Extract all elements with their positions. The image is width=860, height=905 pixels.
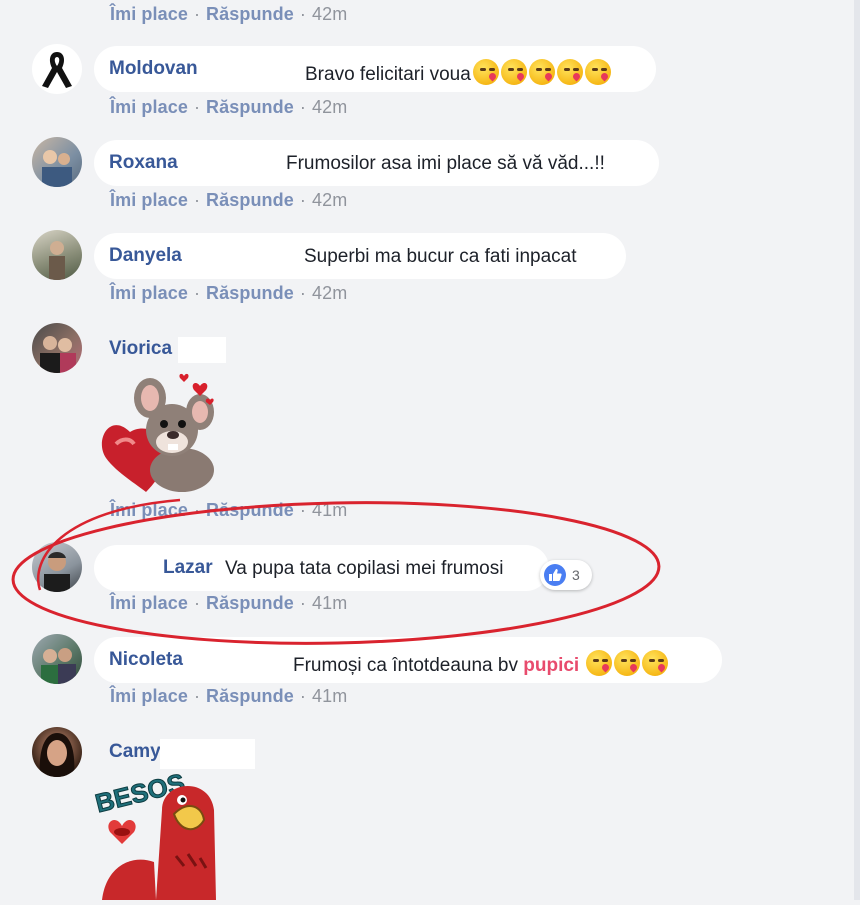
comment-bubble: Roxana Frumosilor asa imi place să vă vă… [94, 140, 659, 186]
like-link[interactable]: Îmi place [110, 190, 188, 210]
avatar[interactable] [32, 323, 82, 373]
besos-bird-sticker[interactable]: BESOS [92, 767, 232, 905]
like-link[interactable]: Îmi place [110, 97, 188, 117]
like-link[interactable]: Îmi place [110, 4, 188, 24]
comment-bubble: Lazar Va pupa tata copilasi mei frumosi [94, 545, 549, 591]
avatar[interactable] [32, 727, 82, 777]
scrollbar-track[interactable] [854, 0, 860, 900]
kiss-emoji-icon [472, 59, 499, 85]
comment-actions: Îmi place · Răspunde · 41m [110, 500, 348, 520]
avatar[interactable] [32, 230, 82, 280]
comment-time[interactable]: 42m [312, 190, 347, 210]
comment-author[interactable]: Lazar [163, 557, 213, 579]
comment-text: Frumoși ca întotdeauna bv pupici [293, 650, 669, 677]
like-link[interactable]: Îmi place [110, 500, 188, 520]
mouse-heart-sticker[interactable] [96, 372, 226, 507]
redaction-box [178, 337, 226, 363]
comment-author[interactable]: Moldovan [109, 58, 198, 80]
reply-link[interactable]: Răspunde [206, 500, 294, 520]
like-link[interactable]: Îmi place [110, 593, 188, 613]
comment-time[interactable]: 42m [312, 283, 347, 303]
kiss-emoji-icon [556, 59, 583, 85]
reaction-count: 3 [572, 567, 580, 583]
comment-text: Frumosilor asa imi place să vă văd...!! [286, 153, 605, 174]
comment-text: Va pupa tata copilasi mei frumosi [225, 558, 504, 579]
comment-actions: Îmi place · Răspunde · 42m [110, 97, 348, 117]
avatar[interactable] [32, 634, 82, 684]
avatar[interactable] [32, 44, 82, 94]
kiss-emoji-icon [584, 59, 611, 85]
comment-time[interactable]: 41m [312, 686, 347, 706]
comment-bubble: Nicoleta Frumoși ca întotdeauna bv pupic… [94, 637, 722, 683]
comment-text: Bravo felicitari voua [305, 59, 611, 86]
reply-link[interactable]: Răspunde [206, 4, 294, 24]
kiss-emoji-icon [586, 650, 613, 676]
like-link[interactable]: Îmi place [110, 686, 188, 706]
comment-time[interactable]: 41m [312, 593, 347, 613]
kiss-emoji-icon [642, 650, 669, 676]
comment-actions: Îmi place · Răspunde · 41m [110, 686, 348, 706]
comment-text: Superbi ma bucur ca fati inpacat [304, 246, 577, 267]
comment-actions: Îmi place · Răspunde · 41m [110, 593, 348, 613]
comment-author[interactable]: Roxana [109, 152, 178, 174]
comment-bubble: Danyela Superbi ma bucur ca fati inpacat [94, 233, 626, 279]
like-reaction-icon [544, 564, 566, 586]
comment-author[interactable]: Viorica [109, 338, 172, 360]
reaction-summary[interactable]: 3 [540, 560, 592, 590]
like-link[interactable]: Îmi place [110, 283, 188, 303]
comment-time[interactable]: 42m [312, 97, 347, 117]
comment-bubble: Moldovan Bravo felicitari voua [94, 46, 656, 92]
reply-link[interactable]: Răspunde [206, 97, 294, 117]
comment-actions: Îmi place · Răspunde · 42m [110, 190, 348, 210]
avatar[interactable] [32, 542, 82, 592]
comment-author[interactable]: Danyela [109, 245, 182, 267]
comment-time[interactable]: 42m [312, 4, 347, 24]
reply-link[interactable]: Răspunde [206, 686, 294, 706]
avatar[interactable] [32, 137, 82, 187]
comment-actions: Îmi place · Răspunde · 42m [110, 4, 348, 24]
reply-link[interactable]: Răspunde [206, 283, 294, 303]
redaction-box [160, 739, 255, 769]
kiss-emoji-icon [500, 59, 527, 85]
highlighted-word: pupici [523, 655, 580, 676]
kiss-emoji-icon [528, 59, 555, 85]
comment-time[interactable]: 41m [312, 500, 347, 520]
kiss-emoji-icon [614, 650, 641, 676]
reply-link[interactable]: Răspunde [206, 190, 294, 210]
comment-author[interactable]: Camy [109, 741, 161, 763]
comment-actions: Îmi place · Răspunde · 42m [110, 283, 348, 303]
reply-link[interactable]: Răspunde [206, 593, 294, 613]
comment-author[interactable]: Nicoleta [109, 649, 183, 671]
